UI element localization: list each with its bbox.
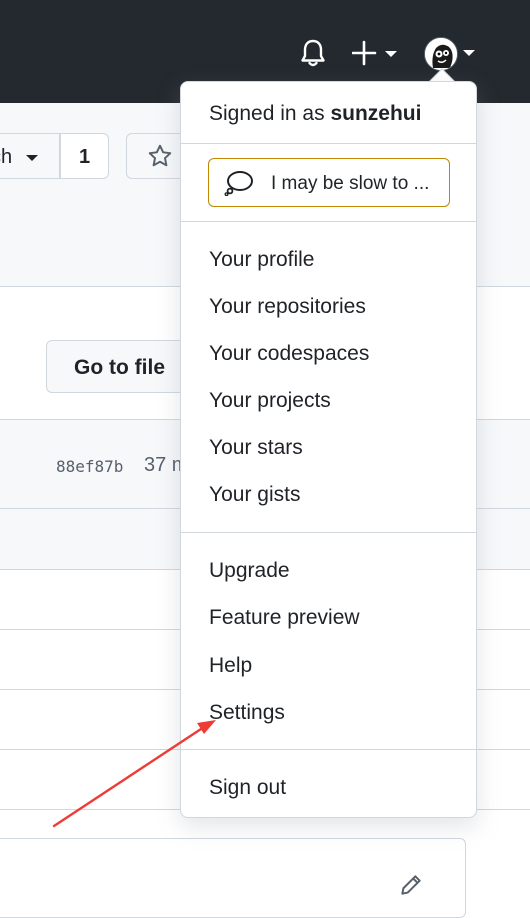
branch-label: ch	[0, 146, 13, 168]
set-status-button[interactable]: I may be slow to ...	[208, 158, 450, 207]
menu-item-help[interactable]: Help	[209, 654, 252, 678]
menu-item-your-gists[interactable]: Your gists	[209, 483, 300, 507]
readme-box	[0, 838, 466, 918]
menu-item-your-stars[interactable]: Your stars	[209, 436, 303, 460]
branch-button[interactable]: ch	[0, 133, 60, 179]
menu-item-sign-out[interactable]: Sign out	[209, 776, 286, 800]
thought-bubble-icon	[224, 171, 253, 196]
status-text: I may be slow to ...	[271, 173, 430, 194]
user-dropdown-menu: Signed in as sunzehui I may be slow to .…	[180, 81, 477, 818]
star-icon	[148, 144, 172, 167]
signed-in-prefix: Signed in as	[209, 102, 325, 125]
menu-divider	[181, 532, 476, 533]
go-to-file-button[interactable]: Go to file	[46, 340, 196, 393]
menu-item-your-profile[interactable]: Your profile	[209, 248, 314, 272]
menu-divider	[181, 221, 476, 222]
bell-icon[interactable]	[299, 38, 327, 68]
create-new-dropdown[interactable]	[352, 40, 402, 66]
chevron-down-icon[interactable]	[462, 49, 476, 57]
menu-item-feature-preview[interactable]: Feature preview	[209, 606, 360, 630]
menu-item-your-projects[interactable]: Your projects	[209, 389, 331, 413]
menu-item-your-repositories[interactable]: Your repositories	[209, 295, 366, 319]
go-to-file-label: Go to file	[74, 356, 165, 379]
count-value: 1	[79, 146, 91, 168]
commit-hash[interactable]: 88ef87b	[56, 457, 123, 476]
menu-divider	[181, 143, 476, 144]
count-button[interactable]: 1	[60, 133, 109, 179]
menu-divider	[181, 749, 476, 750]
username: sunzehui	[330, 102, 422, 125]
pencil-icon[interactable]	[398, 872, 424, 898]
menu-item-your-codespaces[interactable]: Your codespaces	[209, 342, 369, 366]
signed-in-text: Signed in as sunzehui	[209, 102, 421, 126]
chevron-down-icon	[26, 155, 38, 161]
menu-item-upgrade[interactable]: Upgrade	[209, 559, 290, 583]
menu-item-settings[interactable]: Settings	[209, 701, 285, 725]
avatar[interactable]	[424, 37, 458, 71]
